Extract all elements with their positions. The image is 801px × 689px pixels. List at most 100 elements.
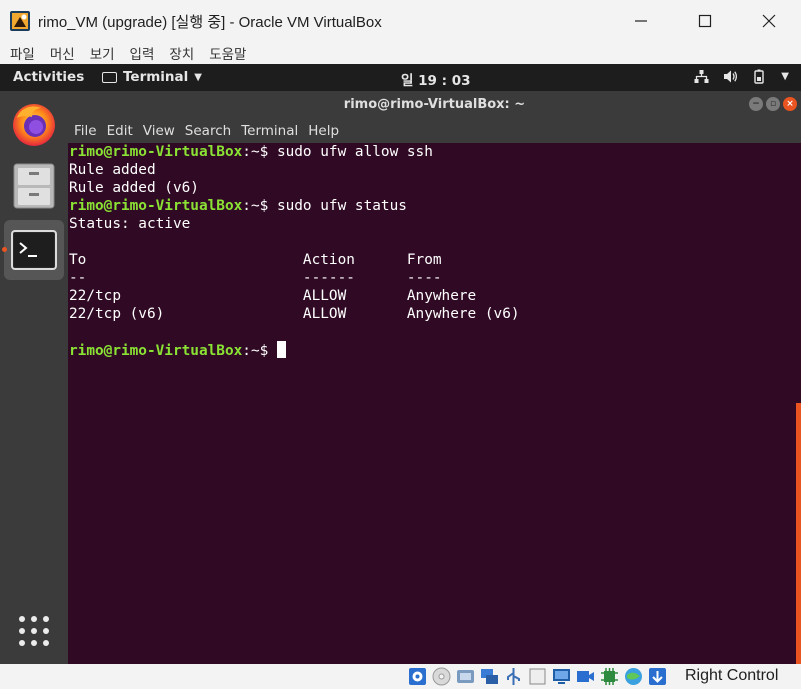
app-menu[interactable]: Terminal ▼ bbox=[102, 69, 202, 85]
terminal-close-button[interactable]: × bbox=[783, 97, 797, 111]
terminal-output[interactable]: rimo@rimo-VirtualBox:~$ sudo ufw allow s… bbox=[68, 143, 801, 664]
volume-icon bbox=[724, 70, 738, 83]
dock-terminal[interactable] bbox=[4, 220, 64, 280]
terminal-menu-help[interactable]: Help bbox=[308, 123, 339, 139]
menu-file[interactable]: 파일 bbox=[10, 43, 35, 63]
terminal-menu-view[interactable]: View bbox=[143, 123, 175, 139]
minimize-button[interactable] bbox=[609, 0, 673, 42]
menu-view[interactable]: 보기 bbox=[90, 43, 115, 63]
terminal-scrollbar[interactable] bbox=[796, 403, 801, 664]
terminal-line: Rule added bbox=[69, 161, 520, 179]
dock-firefox[interactable] bbox=[4, 94, 64, 154]
terminal-window-controls: − ▫ × bbox=[749, 97, 797, 111]
network-adapter-icon[interactable] bbox=[480, 667, 499, 686]
usb-icon[interactable] bbox=[504, 667, 523, 686]
shell-prompt-suffix: :~$ bbox=[242, 144, 277, 160]
terminal-line: Status: active bbox=[69, 215, 520, 233]
system-tray[interactable]: ▼ bbox=[694, 69, 789, 84]
close-icon bbox=[762, 14, 776, 28]
dock bbox=[0, 91, 68, 664]
menu-machine[interactable]: 머신 bbox=[50, 43, 75, 63]
system-menu-caret-icon: ▼ bbox=[781, 71, 789, 82]
terminal-headerbar: rimo@rimo-VirtualBox: ~ − ▫ × File Edit … bbox=[68, 91, 801, 143]
mouse-integration-icon[interactable] bbox=[648, 667, 667, 686]
text-cursor bbox=[276, 341, 286, 358]
shell-prompt: rimo@rimo-VirtualBox bbox=[69, 198, 243, 214]
terminal-line: 22/tcp ALLOW Anywhere bbox=[69, 287, 520, 305]
terminal-app-icon bbox=[11, 230, 57, 270]
command-output bbox=[69, 324, 78, 340]
host-key-label: Right Control bbox=[685, 667, 779, 684]
gnome-top-bar: Activities Terminal ▼ 일 19 : 03 ▼ bbox=[0, 64, 801, 91]
firefox-icon bbox=[13, 104, 55, 146]
terminal-minimize-button[interactable]: − bbox=[749, 97, 763, 111]
app-grid-icon bbox=[19, 616, 49, 646]
hard-disk-icon[interactable] bbox=[408, 667, 427, 686]
shell-command: sudo ufw status bbox=[276, 198, 407, 214]
vm-display[interactable]: Activities Terminal ▼ 일 19 : 03 ▼ rimo@r… bbox=[0, 64, 801, 664]
terminal-menu-edit[interactable]: Edit bbox=[107, 123, 133, 139]
files-icon bbox=[13, 163, 55, 209]
command-output: 22/tcp ALLOW Anywhere bbox=[69, 288, 477, 304]
shared-folder-icon[interactable] bbox=[528, 667, 547, 686]
shell-command: sudo ufw allow ssh bbox=[276, 144, 433, 160]
terminal-line: rimo@rimo-VirtualBox:~$ bbox=[69, 341, 520, 360]
terminal-line: -- ------ ---- bbox=[69, 269, 520, 287]
minimize-icon bbox=[635, 20, 647, 22]
guest-additions-icon[interactable] bbox=[624, 667, 643, 686]
terminal-text: rimo@rimo-VirtualBox:~$ sudo ufw allow s… bbox=[69, 143, 520, 360]
maximize-icon bbox=[698, 14, 712, 28]
audio-icon[interactable] bbox=[456, 667, 475, 686]
minimize-icon: − bbox=[752, 98, 760, 109]
command-output: Rule added bbox=[69, 162, 156, 178]
host-statusbar: Right Control bbox=[0, 664, 801, 689]
menu-help[interactable]: 도움말 bbox=[209, 43, 246, 63]
maximize-button[interactable] bbox=[673, 0, 737, 42]
show-applications-button[interactable] bbox=[4, 601, 64, 661]
terminal-line bbox=[69, 323, 520, 341]
host-menubar: 파일 머신 보기 입력 장치 도움말 bbox=[0, 42, 801, 64]
close-button[interactable] bbox=[737, 0, 801, 42]
command-output: -- ------ ---- bbox=[69, 270, 442, 286]
terminal-title: rimo@rimo-VirtualBox: ~ bbox=[343, 97, 526, 112]
terminal-line: rimo@rimo-VirtualBox:~$ sudo ufw allow s… bbox=[69, 143, 520, 161]
network-icon bbox=[694, 70, 709, 83]
video-capture-icon[interactable] bbox=[576, 667, 595, 686]
host-window-title: rimo_VM (upgrade) [실행 중] - Oracle VM Vir… bbox=[38, 14, 382, 31]
terminal-line bbox=[69, 233, 520, 251]
command-output bbox=[69, 234, 78, 250]
terminal-menu-file[interactable]: File bbox=[74, 123, 97, 139]
optical-drive-icon[interactable] bbox=[432, 667, 451, 686]
terminal-menu-terminal[interactable]: Terminal bbox=[241, 123, 298, 139]
app-menu-label: Terminal bbox=[123, 69, 189, 85]
battery-icon bbox=[754, 69, 764, 84]
menu-devices[interactable]: 장치 bbox=[169, 43, 194, 63]
shell-prompt-suffix: :~$ bbox=[242, 198, 277, 214]
command-output: Rule added (v6) bbox=[69, 180, 199, 196]
host-titlebar: rimo_VM (upgrade) [실행 중] - Oracle VM Vir… bbox=[0, 0, 801, 42]
display-icon[interactable] bbox=[552, 667, 571, 686]
shell-prompt: rimo@rimo-VirtualBox bbox=[69, 343, 243, 359]
caret-down-icon: ▼ bbox=[194, 71, 202, 83]
maximize-icon: ▫ bbox=[769, 98, 777, 109]
status-icons bbox=[408, 667, 667, 686]
terminal-maximize-button[interactable]: ▫ bbox=[766, 97, 780, 111]
cpu-icon[interactable] bbox=[600, 667, 619, 686]
shell-prompt-suffix: :~$ bbox=[242, 343, 277, 359]
virtualbox-app-icon bbox=[10, 11, 30, 31]
terminal-line: Rule added (v6) bbox=[69, 179, 520, 197]
running-indicator bbox=[2, 247, 7, 252]
dock-files[interactable] bbox=[4, 156, 64, 216]
terminal-menu-search[interactable]: Search bbox=[185, 123, 231, 139]
close-icon: × bbox=[786, 98, 794, 109]
command-output: Status: active bbox=[69, 216, 191, 232]
clock[interactable]: 일 19 : 03 bbox=[401, 69, 471, 89]
menu-input[interactable]: 입력 bbox=[130, 43, 155, 63]
terminal-line: rimo@rimo-VirtualBox:~$ sudo ufw status bbox=[69, 197, 520, 215]
command-output: To Action From bbox=[69, 252, 442, 268]
terminal-mini-icon bbox=[102, 71, 117, 83]
activities-button[interactable]: Activities bbox=[13, 69, 84, 85]
shell-prompt: rimo@rimo-VirtualBox bbox=[69, 144, 243, 160]
terminal-line: To Action From bbox=[69, 251, 520, 269]
terminal-line: 22/tcp (v6) ALLOW Anywhere (v6) bbox=[69, 305, 520, 323]
